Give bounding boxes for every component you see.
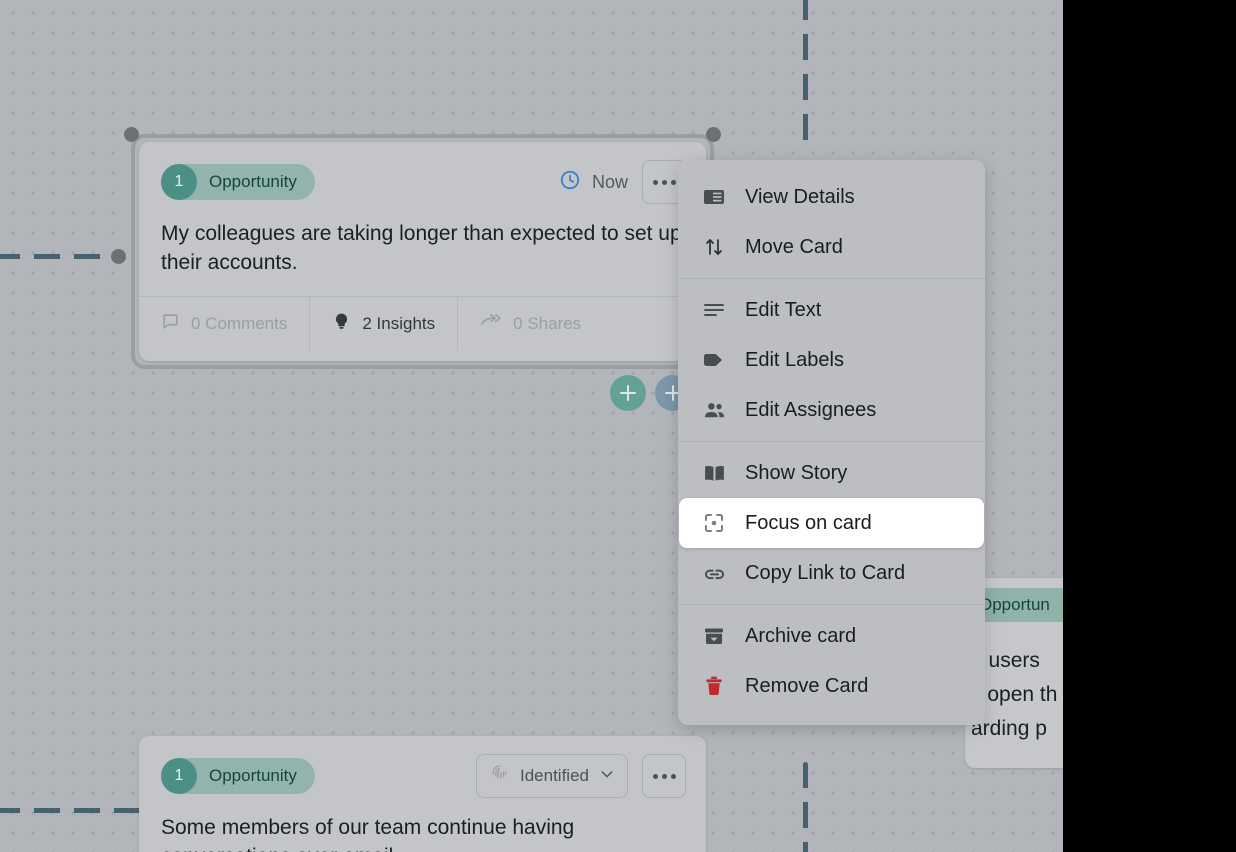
edit-text-icon (701, 297, 727, 323)
dot (670, 179, 676, 185)
card-right-badge-label: Opportun (979, 595, 1050, 614)
share-icon (480, 312, 502, 336)
plus-icon (620, 385, 636, 401)
menu-item-edit-text[interactable]: Edit Text (679, 285, 984, 335)
card-timing-label: Now (591, 171, 628, 192)
menu-item-show-story[interactable]: Show Story (679, 448, 984, 498)
menu-item-copy-link-to-card[interactable]: Copy Link to Card (679, 548, 984, 598)
lightbulb-icon (332, 312, 351, 336)
screen: Opportun e users s open th arding p 1 Op… (0, 0, 1236, 852)
status-badge[interactable]: 1 Opportunity (161, 758, 315, 794)
trash-icon (701, 673, 727, 699)
card-more-options-button[interactable] (642, 754, 686, 798)
dot (661, 179, 667, 185)
badge-count: 1 (161, 758, 197, 794)
card-shares-stat[interactable]: 0 Shares (457, 296, 603, 351)
move-card-icon (701, 234, 727, 260)
copy-link-icon (701, 560, 727, 586)
archive-icon (701, 623, 727, 649)
card-footer: 0 Comments 2 Insights 0 Shares (139, 295, 706, 351)
badge-label: Opportunity (209, 766, 297, 785)
viewport-right-mask (1063, 0, 1236, 852)
selection-handle-top-left[interactable] (124, 127, 139, 142)
dot (661, 773, 667, 779)
card-text[interactable]: Some members of our team continue having… (139, 798, 706, 852)
card-comments-stat[interactable]: 0 Comments (139, 297, 309, 351)
card-opportunity-bottom[interactable]: 1 Opportunity Identified Some members of… (139, 736, 706, 852)
card-context-menu[interactable]: View Details Move Card Edit Text Edit La… (678, 160, 985, 725)
card-text[interactable]: My colleagues are taking longer than exp… (139, 204, 706, 278)
menu-item-archive-card[interactable]: Archive card (679, 611, 984, 661)
card-header-actions: Identified (476, 754, 686, 798)
connector-endpoint-handle[interactable] (111, 249, 126, 264)
menu-group-2: Edit Text Edit Labels Edit Assignees (678, 278, 985, 441)
card-header-actions: Now (559, 160, 686, 204)
connector-line-bottom-vertical (803, 762, 808, 852)
selection-handle-top-right[interactable] (706, 127, 721, 142)
comment-icon (161, 312, 180, 336)
menu-item-view-details[interactable]: View Details (679, 172, 984, 222)
card-opportunity-selected[interactable]: 1 Opportunity Now My colleagues are taki… (139, 142, 706, 361)
menu-item-label: Edit Text (745, 298, 822, 321)
show-story-icon (701, 460, 727, 486)
card-state-label: Identified (520, 766, 589, 785)
menu-item-label: View Details (745, 185, 855, 208)
connector-line-left-top (0, 254, 122, 259)
dot (652, 773, 658, 779)
view-details-icon (701, 184, 727, 210)
clock-icon (559, 169, 581, 196)
chevron-down-icon (599, 766, 615, 787)
menu-item-label: Edit Assignees (745, 398, 877, 421)
menu-group-4: Archive card Remove Card (678, 604, 985, 717)
menu-item-edit-assignees[interactable]: Edit Assignees (679, 385, 984, 435)
menu-item-label: Edit Labels (745, 348, 844, 371)
menu-item-label: Copy Link to Card (745, 561, 906, 584)
connector-line-top-vertical (803, 0, 808, 154)
dot (670, 773, 676, 779)
card-state-dropdown[interactable]: Identified (476, 754, 628, 798)
menu-item-label: Remove Card (745, 674, 869, 697)
badge-label: Opportunity (209, 172, 297, 191)
menu-item-label: Archive card (745, 624, 857, 647)
menu-group-1: View Details Move Card (678, 166, 985, 278)
menu-item-label: Move Card (745, 235, 843, 258)
add-card-button-primary[interactable] (610, 375, 646, 411)
dot (652, 179, 658, 185)
card-comments-label: 0 Comments (191, 313, 288, 333)
badge-count: 1 (161, 164, 197, 200)
board-canvas[interactable]: Opportun e users s open th arding p 1 Op… (0, 0, 1063, 852)
connector-line-left-bottom (0, 808, 144, 813)
edit-assignees-icon (701, 397, 727, 423)
menu-item-focus-on-card[interactable]: Focus on card (679, 498, 984, 548)
menu-item-label: Focus on card (745, 511, 872, 534)
card-header: 1 Opportunity Now (139, 142, 706, 204)
focus-on-card-icon (701, 510, 727, 536)
card-insights-label: 2 Insights (362, 313, 436, 333)
edit-labels-icon (701, 347, 727, 373)
menu-item-edit-labels[interactable]: Edit Labels (679, 335, 984, 385)
menu-item-label: Show Story (745, 461, 848, 484)
menu-item-move-card[interactable]: Move Card (679, 222, 984, 272)
status-badge[interactable]: 1 Opportunity (161, 164, 315, 200)
fingerprint-icon (489, 763, 510, 789)
card-timing-control[interactable]: Now (559, 169, 628, 196)
menu-group-3: Show Story Focus on card Copy Link to Ca… (678, 441, 985, 604)
card-header: 1 Opportunity Identified (139, 736, 706, 798)
card-shares-label: 0 Shares (513, 313, 582, 333)
menu-item-remove-card[interactable]: Remove Card (679, 661, 984, 711)
card-insights-stat[interactable]: 2 Insights (309, 296, 457, 351)
